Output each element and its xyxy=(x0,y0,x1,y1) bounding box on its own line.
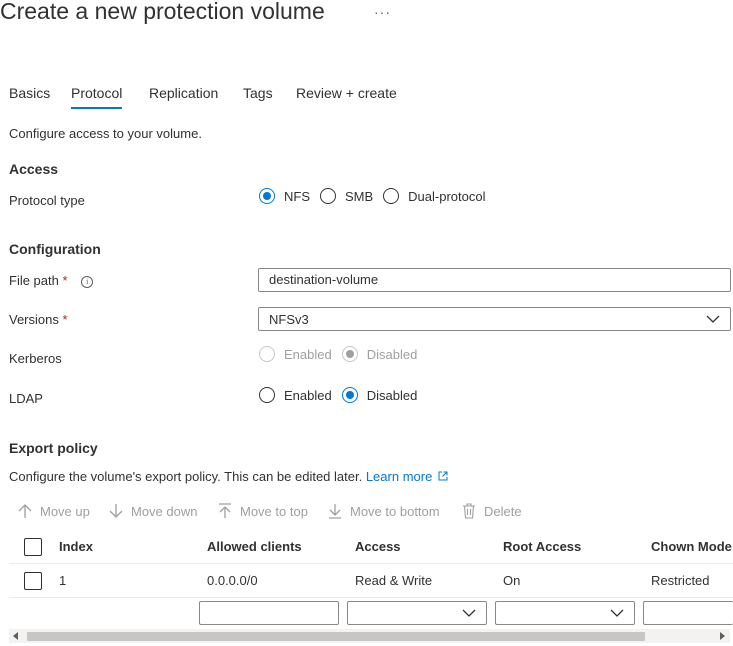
access-heading: Access xyxy=(9,161,59,177)
arrow-to-top-icon xyxy=(219,503,231,518)
cell-root-access: On xyxy=(503,573,521,588)
column-header-index[interactable]: Index xyxy=(59,539,93,554)
arrow-down-icon xyxy=(109,504,123,518)
kerberos-enabled-option[interactable]: Enabled xyxy=(259,346,332,362)
kerberos-radio-group: Enabled Disabled xyxy=(259,346,427,362)
ldap-enabled-option[interactable]: Enabled xyxy=(259,387,332,403)
radio-unchecked-icon[interactable] xyxy=(259,387,275,403)
file-path-input[interactable]: destination-volume xyxy=(258,268,731,292)
tab-basics[interactable]: Basics xyxy=(9,85,50,101)
intro-text: Configure access to your volume. xyxy=(9,126,202,141)
new-root-access-select[interactable] xyxy=(495,601,635,625)
versions-label-text: Versions xyxy=(9,312,59,327)
protocol-smb-option[interactable]: SMB xyxy=(320,188,373,204)
cell-chown-mode: Restricted xyxy=(651,573,710,588)
chevron-down-icon xyxy=(462,609,476,617)
protocol-nfs-label: NFS xyxy=(284,188,310,204)
versions-label: Versions * xyxy=(9,312,68,327)
header-divider xyxy=(9,563,733,564)
delete-button[interactable]: Delete xyxy=(462,503,522,519)
versions-select-value: NFSv3 xyxy=(269,311,309,327)
protocol-smb-label: SMB xyxy=(345,188,374,204)
file-path-label: File path * i xyxy=(9,273,94,288)
tab-tags[interactable]: Tags xyxy=(243,85,273,101)
ldap-radio-group: Enabled Disabled xyxy=(259,387,427,403)
move-to-top-label: Move to top xyxy=(240,503,308,519)
protocol-type-label: Protocol type xyxy=(9,193,85,208)
external-link-icon xyxy=(438,471,448,481)
new-access-select[interactable] xyxy=(347,601,487,625)
ldap-label: LDAP xyxy=(9,391,43,406)
kerberos-enabled-label: Enabled xyxy=(284,346,332,362)
radio-unchecked-icon[interactable] xyxy=(259,346,275,362)
required-asterisk: * xyxy=(62,273,68,288)
chevron-down-icon xyxy=(706,315,720,323)
export-policy-heading: Export policy xyxy=(9,440,98,456)
protocol-dual-option[interactable]: Dual-protocol xyxy=(383,188,486,204)
export-policy-description: Configure the volume's export policy. Th… xyxy=(9,469,448,484)
learn-more-link[interactable]: Learn more xyxy=(366,469,448,484)
page-title: Create a new protection volume xyxy=(0,0,325,24)
tab-review-create[interactable]: Review + create xyxy=(296,85,397,101)
move-to-bottom-button[interactable]: Move to bottom xyxy=(328,503,440,519)
move-down-label: Move down xyxy=(131,503,198,519)
required-asterisk: * xyxy=(62,312,68,327)
ldap-disabled-label: Disabled xyxy=(366,387,418,403)
row-checkbox[interactable] xyxy=(24,572,42,590)
protocol-dual-label: Dual-protocol xyxy=(408,188,486,204)
kerberos-label: Kerberos xyxy=(9,351,62,366)
kerberos-disabled-option[interactable]: Disabled xyxy=(341,346,418,362)
column-header-root-access[interactable]: Root Access xyxy=(503,539,581,554)
protocol-type-radio-group: NFS SMB Dual-protocol xyxy=(259,188,496,204)
ldap-disabled-option[interactable]: Disabled xyxy=(341,387,418,403)
radio-unchecked-icon[interactable] xyxy=(383,188,400,204)
column-header-chown-mode[interactable]: Chown Mode xyxy=(651,539,733,554)
versions-select[interactable]: NFSv3 xyxy=(258,307,731,331)
column-header-access[interactable]: Access xyxy=(355,539,401,554)
radio-unchecked-icon[interactable] xyxy=(320,188,336,204)
move-up-button[interactable]: Move up xyxy=(18,503,90,519)
learn-more-label: Learn more xyxy=(365,469,433,484)
ldap-enabled-label: Enabled xyxy=(284,387,332,403)
scrollbar-thumb[interactable] xyxy=(27,632,645,641)
file-path-label-text: File path xyxy=(9,273,59,288)
move-to-bottom-label: Move to bottom xyxy=(350,503,440,519)
scroll-right-icon[interactable] xyxy=(718,632,726,640)
radio-checked-icon[interactable] xyxy=(341,346,358,362)
more-icon[interactable]: ··· xyxy=(374,4,391,20)
select-all-checkbox[interactable] xyxy=(24,538,42,556)
tab-replication[interactable]: Replication xyxy=(149,85,218,101)
row-divider xyxy=(9,597,733,598)
new-allowed-clients-input[interactable] xyxy=(199,601,339,625)
cell-index: 1 xyxy=(59,573,67,588)
move-up-label: Move up xyxy=(40,503,90,519)
configuration-heading: Configuration xyxy=(9,241,101,257)
kerberos-disabled-label: Disabled xyxy=(366,346,418,362)
cell-access: Read & Write xyxy=(355,573,433,588)
protocol-nfs-option[interactable]: NFS xyxy=(259,188,310,204)
arrow-up-icon xyxy=(18,504,32,518)
move-to-top-button[interactable]: Move to top xyxy=(218,503,308,519)
info-icon[interactable]: i xyxy=(81,276,94,288)
column-header-allowed-clients[interactable]: Allowed clients xyxy=(207,539,302,554)
chevron-down-icon xyxy=(610,609,624,617)
export-policy-description-text: Configure the volume's export policy. Th… xyxy=(9,469,363,484)
tab-protocol[interactable]: Protocol xyxy=(71,85,123,109)
arrow-to-bottom-icon xyxy=(329,504,341,519)
cell-allowed-clients: 0.0.0.0/0 xyxy=(207,573,258,588)
scroll-left-icon[interactable] xyxy=(12,632,20,640)
delete-label: Delete xyxy=(484,503,522,519)
new-chown-mode-select[interactable] xyxy=(643,601,733,625)
move-down-button[interactable]: Move down xyxy=(109,503,197,519)
trash-icon xyxy=(463,503,475,519)
radio-checked-icon[interactable] xyxy=(259,188,275,204)
radio-checked-icon[interactable] xyxy=(341,387,358,403)
